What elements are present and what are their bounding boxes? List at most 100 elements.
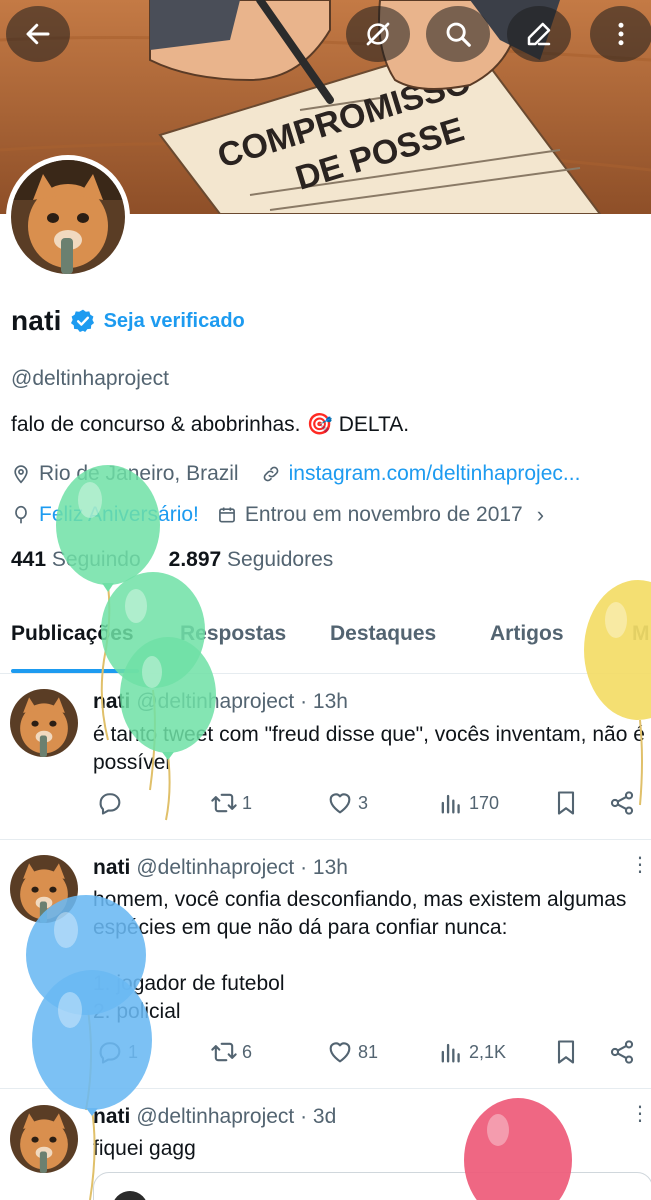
reply-button[interactable]: 1 [96,1038,138,1066]
share-button[interactable] [608,1038,636,1066]
views-button[interactable]: 2,1K [437,1038,506,1066]
post-author-name[interactable]: nati [93,856,130,879]
grok-button[interactable] [346,6,410,62]
following-link[interactable]: 441 Seguindo [11,548,141,572]
post-text-line: homem, você confia desconfiando, mas exi… [93,888,627,911]
post-text-line: 2. policial [93,1000,181,1023]
post-text-line: é tanto tweet com "freud disse que", voc… [93,723,645,746]
reply-icon [99,793,121,815]
post-item[interactable]: nati @deltinhaproject · 13h ⋮ homem, você… [0,840,651,1089]
more-vertical-icon [618,22,624,46]
post-text: é tanto tweet com "freud disse que", voc… [93,721,651,777]
get-verified-link[interactable]: Seja verificado [104,310,245,333]
views-count: 2,1K [469,1041,507,1062]
share-button[interactable] [608,789,636,817]
post-text-line: fiquei gagg [93,1137,196,1160]
post-more-icon[interactable]: ⋮ [630,855,650,875]
like-button[interactable]: 81 [326,1038,378,1066]
post-author-name[interactable]: nati [93,1105,130,1128]
grok-icon [366,22,390,46]
post-time: · 3d [300,1105,337,1128]
quoted-post-card[interactable] [93,1172,651,1200]
share-icon [610,1040,634,1064]
reply-button[interactable] [96,789,124,817]
cat-avatar-image [11,160,125,274]
profile-avatar[interactable] [6,155,130,279]
like-count: 3 [358,792,369,813]
tab-media[interactable]: M [632,622,650,646]
profile-name: nati [11,305,62,336]
back-button[interactable] [6,6,70,62]
followers-link[interactable]: 2.897 Seguidores [169,548,334,572]
heart-icon [329,1042,351,1063]
target-emoji: 🎯 [306,413,333,436]
post-header: nati @deltinhaproject · 13h [93,690,348,714]
profile-website-link[interactable]: instagram.com/deltinhaprojec... [289,462,581,486]
cat-avatar-image [10,1105,78,1173]
balloon-icon [15,505,27,524]
cat-avatar-image [10,855,78,923]
cat-avatar-image [10,689,78,757]
repost-button[interactable]: 6 [210,1038,252,1066]
post-author-handle: @deltinhaproject [136,690,295,713]
reply-icon [99,1042,121,1064]
search-button[interactable] [426,6,490,62]
bookmark-button[interactable] [552,789,580,817]
post-time: · 13h [300,690,348,713]
edit-button[interactable] [507,6,571,62]
post-text-line: 1. jogador de futebol [93,972,285,995]
post-avatar[interactable] [10,689,78,757]
bookmark-icon [557,1040,575,1064]
post-text: homem, você confia desconfiando, mas exi… [93,886,651,1026]
tab-articles[interactable]: Artigos [490,622,564,646]
profile-meta-dates-row: Feliz Aniversário! Entrou em novembro de… [11,502,544,528]
edit-icon [527,22,551,46]
profile-meta-location-row: Rio de Janeiro, Brazil instagram.com/del… [11,462,580,486]
profile-location: Rio de Janeiro, Brazil [39,462,239,485]
active-tab-indicator [11,669,139,673]
repost-count: 6 [242,1041,253,1062]
post-avatar[interactable] [10,1105,78,1173]
profile-tabs: Publicações Respostas Destaques Artigos … [0,606,651,674]
heart-icon [329,793,351,814]
quoted-post-avatar [112,1191,148,1200]
verified-badge-icon [70,309,94,333]
post-text: fiquei gagg [93,1135,651,1163]
views-button[interactable]: 170 [437,789,499,817]
repost-count: 1 [242,792,253,813]
repost-icon [211,793,237,813]
tab-replies[interactable]: Respostas [180,622,286,646]
following-label: Seguindo [51,548,141,571]
bookmark-icon [557,791,575,815]
post-actions: 1 3 170 [0,789,651,825]
more-options-button[interactable] [590,6,651,62]
post-text-line: possível [93,751,171,774]
reply-count: 1 [128,1041,139,1062]
bookmark-button[interactable] [552,1038,580,1066]
tab-posts[interactable]: Publicações [11,622,134,646]
like-button[interactable]: 3 [326,789,368,817]
post-more-icon[interactable]: ⋮ [630,1104,650,1124]
post-header: nati @deltinhaproject · 3d [93,1105,336,1129]
post-item[interactable]: nati @deltinhaproject · 13h é tanto tweet… [0,675,651,840]
post-text-line: espécies em que não dá para confiar nunc… [93,916,508,939]
tab-highlights[interactable]: Destaques [330,622,436,646]
chevron-right-icon[interactable]: › [537,502,544,528]
followers-count: 2.897 [168,548,222,571]
location-pin-icon [14,465,28,484]
share-icon [610,791,634,815]
bio-text: falo de concurso & abobrinhas. [11,413,301,436]
post-header: nati @deltinhaproject · 13h [93,856,348,880]
post-author-name[interactable]: nati [93,690,130,713]
followers-label: Seguidores [227,548,334,571]
joined-date: Entrou em novembro de 2017 [244,503,523,526]
post-actions: 1 6 81 2,1K [0,1038,651,1074]
profile-name-row: nati Seja verificado [11,305,245,337]
post-avatar[interactable] [10,855,78,923]
birthday-link[interactable]: Feliz Aniversário! [39,503,199,527]
link-icon [263,466,278,482]
repost-button[interactable]: 1 [210,789,252,817]
back-icon [26,23,50,45]
views-count: 170 [469,792,500,813]
post-author-handle: @deltinhaproject [136,856,295,879]
